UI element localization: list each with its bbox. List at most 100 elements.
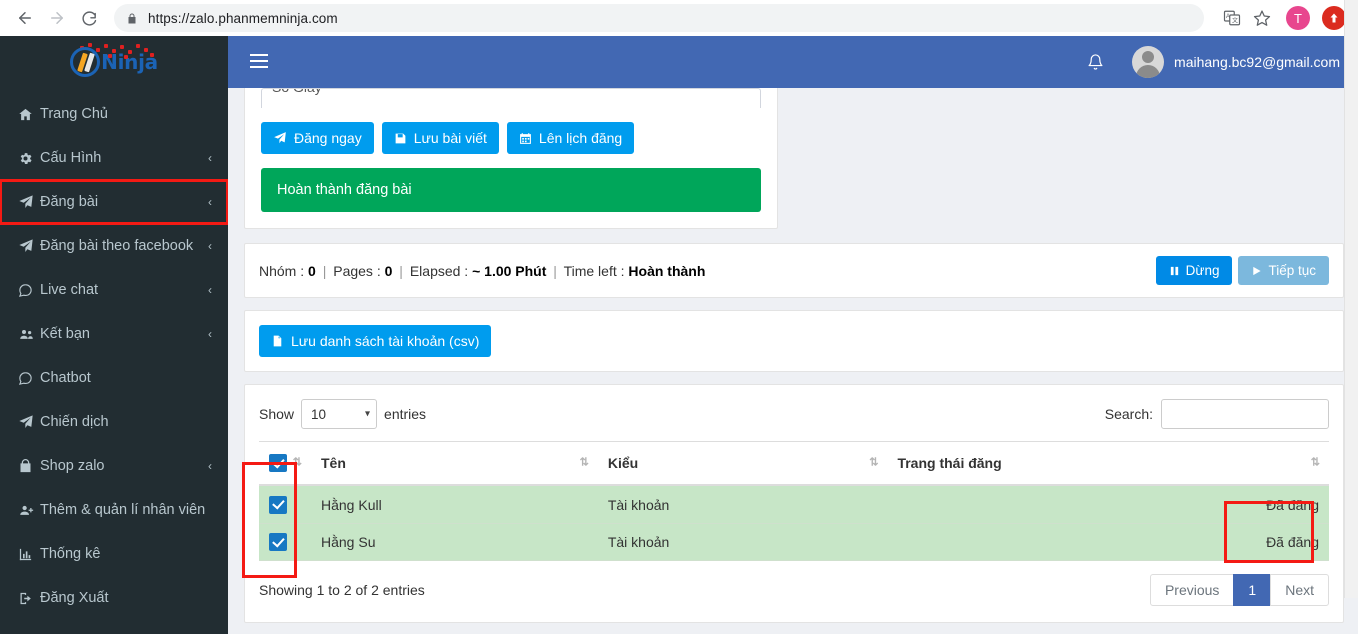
row-type-cell: Tài khoản <box>597 523 888 562</box>
sign-out-icon <box>18 591 40 606</box>
chevron-left-icon: ‹ <box>208 151 212 165</box>
datatable-footer: Showing 1 to 2 of 2 entries Previous 1 N… <box>259 574 1329 607</box>
column-label: Trang thái đăng <box>897 455 1002 472</box>
sidebar-item-chatbot[interactable]: Chatbot <box>0 356 228 400</box>
sidebar-item-trang-chu[interactable]: Trang Chủ <box>0 92 228 136</box>
sidebar-item-cau-hinh[interactable]: Cấu Hình ‹ <box>0 136 228 180</box>
sidebar-item-dang-bai[interactable]: Đăng bài ‹ <box>0 179 228 225</box>
sidebar-item-dang-bai-theo-facebook[interactable]: Đăng bài theo facebook ‹ <box>0 224 228 268</box>
column-header-trang-thai-dang[interactable]: Trang thái đăng ⇅ <box>887 441 1329 487</box>
sidebar-nav: Trang Chủ Cấu Hình ‹ Đăng bài ‹ Đăng bài… <box>0 88 228 620</box>
url-text: https://zalo.phanmemninja.com <box>148 10 338 26</box>
seconds-input[interactable]: Số Giây <box>261 88 761 108</box>
search-input[interactable] <box>1161 399 1329 430</box>
sidebar-item-them-quan-li-nhan-vien[interactable]: Thêm & quản lí nhân viên <box>0 488 228 532</box>
row-checkbox[interactable] <box>269 533 287 552</box>
sidebar-item-label: Thêm & quản lí nhân viên <box>40 502 206 518</box>
table-row[interactable]: Hằng Su Tài khoản Đã đăng <box>259 523 1329 562</box>
column-header-kieu[interactable]: Kiểu ⇅ <box>597 441 888 487</box>
content-area: Số Giây Đăng ngay Lưu bài viết <box>228 88 1358 634</box>
browser-toolbar: https://zalo.phanmemninja.com A文 T <box>0 0 1358 36</box>
user-plus-icon <box>18 503 40 518</box>
paper-plane-icon <box>18 194 40 210</box>
star-icon[interactable] <box>1248 4 1276 32</box>
pages-value: 0 <box>384 262 393 279</box>
post-now-button[interactable]: Đăng ngay <box>261 122 374 155</box>
page-length-select[interactable]: 102550100 <box>301 399 378 430</box>
sidebar-item-live-chat[interactable]: Live chat ‹ <box>0 268 228 312</box>
row-select-cell[interactable] <box>259 485 311 524</box>
select-all-checkbox[interactable] <box>269 454 287 473</box>
status-panel: Nhóm : 0 | Pages : 0 | Elapsed : ~ 1.00 … <box>244 243 1344 299</box>
bell-icon[interactable] <box>1069 53 1122 71</box>
timeleft-value: Hoàn thành <box>628 262 706 279</box>
reload-button[interactable] <box>74 3 104 33</box>
back-button[interactable] <box>10 3 40 33</box>
save-account-list-csv-button[interactable]: Lưu danh sách tài khoản (csv) <box>259 325 492 358</box>
extension-icon[interactable] <box>1322 6 1346 30</box>
resume-button[interactable]: Tiếp tục <box>1238 256 1329 286</box>
row-checkbox[interactable] <box>269 495 287 514</box>
lock-icon <box>126 12 138 25</box>
stop-button[interactable]: Dừng <box>1155 256 1233 286</box>
save-post-label: Lưu bài viết <box>413 130 487 146</box>
pagination-next[interactable]: Next <box>1270 574 1329 607</box>
user-menu[interactable]: maihang.bc92@gmail.com <box>1122 36 1358 88</box>
hamburger-icon[interactable] <box>242 47 276 78</box>
forward-button[interactable] <box>42 3 72 33</box>
top-navbar: maihang.bc92@gmail.com <box>228 36 1358 88</box>
file-icon <box>271 334 284 348</box>
sidebar-item-chien-dich[interactable]: Chiến dịch <box>0 400 228 444</box>
sort-icon[interactable]: ⇅ <box>293 457 302 469</box>
sort-icon[interactable]: ⇅ <box>1311 457 1320 469</box>
paper-plane-icon <box>18 238 40 254</box>
gear-icon <box>18 151 40 166</box>
group-label: Nhóm : <box>259 262 305 279</box>
row-status-cell: Đã đăng <box>887 523 1329 562</box>
row-type-cell: Tài khoản <box>597 485 888 524</box>
sort-icon[interactable]: ⇅ <box>580 457 589 469</box>
profile-avatar[interactable]: T <box>1286 6 1310 30</box>
status-buttons: Dừng Tiếp tục <box>1155 256 1329 286</box>
topbar-right: maihang.bc92@gmail.com <box>1069 36 1358 88</box>
sidebar-item-ket-ban[interactable]: Kết bạn ‹ <box>0 312 228 356</box>
schedule-post-button[interactable]: Lên lịch đăng <box>506 122 635 155</box>
sidebar-item-label: Đăng Xuất <box>40 590 109 606</box>
chevron-left-icon: ‹ <box>208 195 212 209</box>
sidebar-item-label: Đăng bài <box>40 194 99 210</box>
divider: | <box>553 262 557 279</box>
select-all-column[interactable]: ⇅ <box>259 441 311 487</box>
address-bar[interactable]: https://zalo.phanmemninja.com <box>114 4 1204 32</box>
chevron-left-icon: ‹ <box>208 239 212 253</box>
save-post-button[interactable]: Lưu bài viết <box>381 122 499 155</box>
table-row[interactable]: Hằng Kull Tài khoản Đã đăng <box>259 485 1329 524</box>
column-header-ten[interactable]: Tên ⇅ <box>311 441 598 487</box>
page-scrollbar[interactable] <box>1344 0 1358 598</box>
sidebar-item-label: Đăng bài theo facebook <box>40 238 194 254</box>
translate-icon[interactable]: A文 <box>1218 4 1246 32</box>
row-select-cell[interactable] <box>259 523 311 562</box>
sidebar-item-label: Chatbot <box>40 370 91 386</box>
comment-icon <box>18 283 40 298</box>
sidebar-item-dang-xuat[interactable]: Đăng Xuất <box>0 576 228 620</box>
table-head: ⇅ Tên ⇅ Kiểu ⇅ Trang thái đăng ⇅ <box>259 441 1329 487</box>
browser-actions: A文 T <box>1218 4 1348 32</box>
group-value: 0 <box>308 262 316 279</box>
sidebar-item-label: Live chat <box>40 282 99 298</box>
elapsed-value: ~ 1.00 Phút <box>472 262 547 279</box>
app-root: Ninja Trang Chủ Cấu Hình ‹ Đăng bài ‹ Đă… <box>0 0 1358 634</box>
pagination-previous[interactable]: Previous <box>1149 574 1235 607</box>
sidebar-item-shop-zalo[interactable]: Shop zalo ‹ <box>0 444 228 488</box>
entries-label: entries <box>384 406 427 423</box>
sidebar-item-label: Cấu Hình <box>40 150 102 166</box>
csv-button-label: Lưu danh sách tài khoản (csv) <box>291 333 480 350</box>
datatable-header-controls: Show 102550100 entries Search: <box>259 399 1329 430</box>
brand-logo[interactable]: Ninja <box>0 36 228 88</box>
pagination-page-1[interactable]: 1 <box>1233 574 1272 607</box>
sidebar-item-thong-ke[interactable]: Thống kê <box>0 532 228 576</box>
main-area: maihang.bc92@gmail.com Số Giây Đăng ngay <box>228 0 1358 634</box>
paper-plane-icon <box>18 414 40 430</box>
sort-icon[interactable]: ⇅ <box>869 457 878 469</box>
chevron-left-icon: ‹ <box>208 283 212 297</box>
browser-nav-buttons <box>10 3 104 33</box>
